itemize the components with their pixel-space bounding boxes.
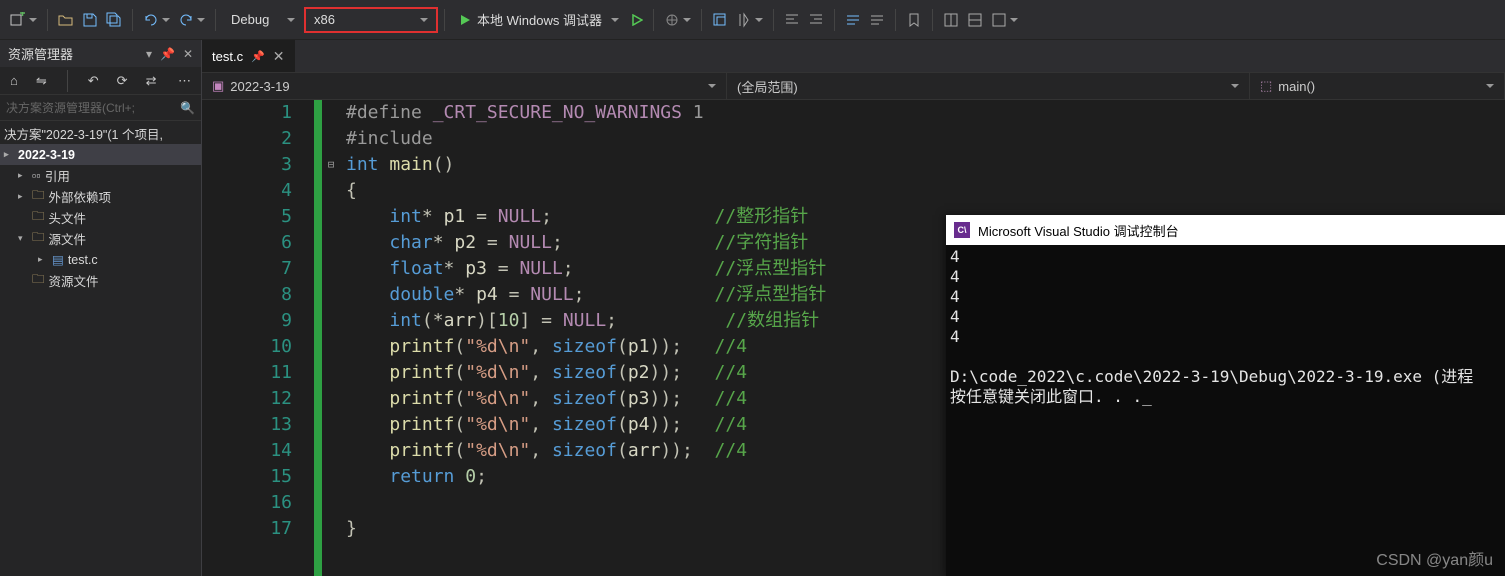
window-config-button[interactable] (987, 7, 1022, 33)
header-files-node[interactable]: 🗀头文件 (0, 207, 201, 228)
uncomment-button[interactable] (865, 7, 889, 33)
solution-config-value: Debug (231, 12, 269, 27)
undo-button[interactable] (139, 7, 174, 33)
outdent-button[interactable] (804, 7, 828, 33)
fold-gutter: ⊟ (322, 100, 340, 576)
watermark: CSDN @yan颜u (1376, 546, 1493, 570)
more-icon[interactable]: ⋯ (174, 71, 195, 91)
search-placeholder: 决方案资源管理器(Ctrl+; (6, 99, 180, 116)
project-icon: ▣ (212, 78, 224, 94)
resource-files-node[interactable]: 🗀资源文件 (0, 270, 201, 291)
save-button[interactable] (78, 7, 102, 33)
file-tab[interactable]: test.c 📌 ✕ (202, 40, 295, 72)
solution-explorer-toolbar: ⌂ ⇋ ↶ ⟳ ⇄ ⋯ (0, 67, 201, 95)
folder-icon: 🗀 (32, 270, 45, 291)
file-tab-name: test.c (212, 49, 243, 64)
start-debugging-button[interactable]: 本地 Windows 调试器 (451, 7, 627, 33)
pin-tab-icon[interactable]: 📌 (251, 50, 265, 63)
debug-console-window: C\ Microsoft Visual Studio 调试控制台 4 4 4 4… (946, 215, 1505, 576)
console-output: 4 4 4 4 4 D:\code_2022\c.code\2022-3-19\… (946, 245, 1505, 409)
change-indicator (314, 100, 322, 576)
close-tab-icon[interactable]: ✕ (273, 48, 285, 65)
dropdown-icon[interactable]: ▾ (146, 47, 152, 61)
source-files-node[interactable]: ▾🗀源文件 (0, 228, 201, 249)
start-without-debugging-button[interactable] (627, 7, 647, 33)
link-icon: ▫▫ (32, 169, 41, 183)
cube-icon: ⬚ (1260, 78, 1272, 94)
vs-icon: C\ (954, 222, 970, 238)
main-toolbar: Debug x86 本地 Windows 调试器 (0, 0, 1505, 40)
line-number-gutter: 1234567891011121314151617 (202, 100, 314, 576)
comment-button[interactable] (841, 7, 865, 33)
step-button[interactable] (732, 7, 767, 33)
live-share-button[interactable] (660, 7, 695, 33)
refresh-icon[interactable]: ⟳ (113, 71, 132, 91)
history-icon[interactable]: ↶ (84, 71, 103, 91)
file-tab-bar: test.c 📌 ✕ (202, 40, 1505, 72)
home-icon[interactable]: ⌂ (6, 71, 22, 91)
solution-search-input[interactable]: 决方案资源管理器(Ctrl+; 🔍 (0, 95, 201, 121)
references-node[interactable]: ▸▫▫引用 (0, 165, 201, 186)
indent-button[interactable] (780, 7, 804, 33)
source-file-item[interactable]: ▸▤test.c (0, 249, 201, 270)
sync-icon[interactable]: ⇄ (142, 71, 161, 91)
solution-config-select[interactable]: Debug (222, 7, 304, 33)
add-item-button[interactable] (6, 7, 41, 33)
switch-view-icon[interactable]: ⇋ (32, 71, 51, 91)
folder-icon: 🗀 (32, 228, 45, 249)
bookmark-button[interactable] (902, 7, 926, 33)
window-split-button[interactable] (939, 7, 963, 33)
solution-platform-select[interactable]: x86 (304, 7, 438, 33)
solution-tree: 决方案"2022-3-19"(1 个项目, ▸2022-3-19 ▸▫▫引用 ▸… (0, 121, 201, 576)
window-layout-button[interactable] (963, 7, 987, 33)
solution-explorer-title: 资源管理器 (8, 44, 73, 63)
nav-scope-select[interactable]: (全局范围) (727, 73, 1250, 99)
save-all-button[interactable] (102, 7, 126, 33)
c-file-icon: ▤ (52, 252, 64, 267)
nav-project-select[interactable]: ▣ 2022-3-19 (202, 73, 727, 99)
project-node[interactable]: ▸2022-3-19 (0, 144, 201, 165)
console-title-text: Microsoft Visual Studio 调试控制台 (978, 221, 1179, 240)
solution-node[interactable]: 决方案"2022-3-19"(1 个项目, (0, 123, 201, 144)
close-panel-icon[interactable]: ✕ (183, 47, 193, 61)
open-folder-button[interactable] (54, 7, 78, 33)
folder-icon: 🗀 (32, 207, 45, 228)
external-deps-node[interactable]: ▸🗀外部依赖项 (0, 186, 201, 207)
solution-platform-value: x86 (314, 12, 335, 27)
search-icon: 🔍 (180, 101, 195, 115)
redo-button[interactable] (174, 7, 209, 33)
console-title-bar[interactable]: C\ Microsoft Visual Studio 调试控制台 (946, 215, 1505, 245)
new-window-button[interactable] (708, 7, 732, 33)
navigation-bar: ▣ 2022-3-19 (全局范围) ⬚ main() (202, 72, 1505, 100)
nav-member-select[interactable]: ⬚ main() (1250, 73, 1505, 99)
folder-icon: 🗀 (32, 186, 45, 207)
debugger-target-label: 本地 Windows 调试器 (477, 10, 602, 29)
pin-icon[interactable]: 📌 (160, 47, 175, 61)
solution-explorer: 资源管理器 ▾ 📌 ✕ ⌂ ⇋ ↶ ⟳ ⇄ ⋯ 决方案资源管理器(Ctrl+; … (0, 40, 202, 576)
